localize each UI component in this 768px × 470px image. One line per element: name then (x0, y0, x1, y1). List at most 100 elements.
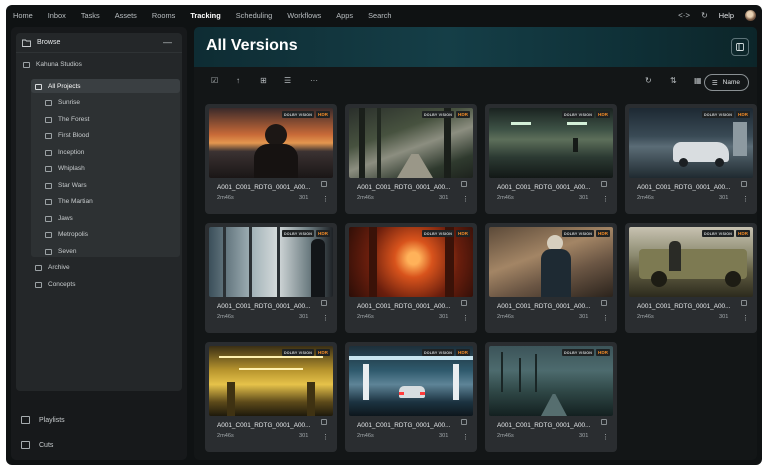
tree-item-project[interactable]: First Blood (45, 128, 89, 143)
version-card[interactable]: DOLBY VISION HDR A001_C001_RDTG_0001_A00.… (345, 104, 477, 214)
tree-item-project[interactable]: Metropolis (45, 227, 88, 242)
sort-name-button[interactable]: ☰ Name (703, 74, 749, 91)
tree-item-archive[interactable]: Archive (35, 260, 70, 275)
tree-item-project[interactable]: The Forest (45, 112, 89, 127)
thumbnail[interactable]: DOLBY VISION HDR (209, 108, 333, 178)
thumbnail[interactable]: DOLBY VISION HDR (209, 227, 333, 297)
version-card[interactable]: DOLBY VISION HDR A001_C001_RDTG_0001_A00.… (485, 104, 617, 214)
refresh-icon[interactable]: ↻ (645, 76, 652, 85)
select-checkbox[interactable] (461, 419, 467, 425)
grid-view-icon[interactable]: ▦ (694, 76, 702, 85)
more-icon[interactable]: ··· (310, 76, 318, 85)
tree-item-studio[interactable]: Kahuna Studios (23, 57, 82, 72)
more-vertical-icon[interactable]: ⋮ (462, 434, 469, 441)
tree-item-project[interactable]: Jaws (45, 211, 73, 226)
dolby-badge: DOLBY VISION (561, 349, 595, 356)
tree-item-project[interactable]: Seven (45, 244, 76, 259)
more-vertical-icon[interactable]: ⋮ (322, 315, 329, 322)
select-checkbox[interactable] (321, 419, 327, 425)
select-checkbox[interactable] (601, 419, 607, 425)
more-vertical-icon[interactable]: ⋮ (742, 196, 749, 203)
nav-inbox[interactable]: Inbox (48, 11, 66, 20)
avatar[interactable] (745, 9, 756, 21)
tree-item-concepts[interactable]: Concepts (35, 277, 75, 292)
studio-icon (23, 61, 30, 68)
tree-item-project[interactable]: Whiplash (45, 161, 85, 176)
more-vertical-icon[interactable]: ⋮ (602, 196, 609, 203)
tree-item-project[interactable]: The Martian (45, 194, 93, 209)
select-checkbox[interactable] (741, 300, 747, 306)
nav-rooms[interactable]: Rooms (152, 11, 175, 20)
version-duration: 2m46s (637, 314, 654, 320)
select-checkbox[interactable] (321, 300, 327, 306)
thumbnail[interactable]: DOLBY VISION HDR (489, 108, 613, 178)
list-add-icon[interactable]: ☰ (284, 76, 291, 85)
tree-label: The Martian (58, 198, 93, 205)
thumbnail[interactable]: DOLBY VISION HDR (349, 108, 473, 178)
thumbnail[interactable]: DOLBY VISION HDR (349, 346, 473, 416)
thumbnail[interactable]: DOLBY VISION HDR (209, 346, 333, 416)
version-card[interactable]: DOLBY VISION HDR A001_C001_RDTG_0001_A00.… (485, 223, 617, 333)
tree-item-all-projects[interactable]: All Projects (35, 79, 81, 94)
upload-icon[interactable]: ↑ (236, 76, 240, 85)
sidebar-item-cuts[interactable]: Cuts (21, 441, 53, 449)
thumbnail[interactable]: DOLBY VISION HDR (629, 227, 753, 297)
version-card[interactable]: DOLBY VISION HDR A001_C001_RDTG_0001_A00.… (345, 223, 477, 333)
tree-item-project[interactable]: Star Wars (45, 178, 87, 193)
select-all-icon[interactable]: ☑ (211, 76, 218, 85)
help-link[interactable]: Help (719, 11, 734, 20)
browse-header[interactable]: Browse — (16, 33, 182, 53)
refresh-icon[interactable]: ↻ (701, 11, 708, 20)
collapse-icon[interactable]: — (163, 37, 172, 47)
hdr-badge: HDR (316, 111, 330, 118)
nav-scheduling[interactable]: Scheduling (236, 11, 273, 20)
version-card[interactable]: DOLBY VISION HDR A001_C001_RDTG_0001_A00.… (205, 104, 337, 214)
version-card[interactable]: DOLBY VISION HDR A001_C001_RDTG_0001_A00.… (345, 342, 477, 452)
tree-item-project[interactable]: Sunrise (45, 95, 80, 110)
more-vertical-icon[interactable]: ⋮ (602, 434, 609, 441)
more-vertical-icon[interactable]: ⋮ (322, 434, 329, 441)
nav-workflows[interactable]: Workflows (287, 11, 321, 20)
select-checkbox[interactable] (601, 300, 607, 306)
more-vertical-icon[interactable]: ⋮ (462, 315, 469, 322)
project-icon (45, 182, 52, 189)
hdr-badge: HDR (736, 230, 750, 237)
select-checkbox[interactable] (601, 181, 607, 187)
select-checkbox[interactable] (461, 181, 467, 187)
more-vertical-icon[interactable]: ⋮ (742, 315, 749, 322)
dolby-badge: DOLBY VISION (561, 111, 595, 118)
version-card[interactable]: DOLBY VISION HDR A001_C001_RDTG_0001_A00.… (205, 342, 337, 452)
version-card[interactable]: DOLBY VISION HDR A001_C001_RDTG_0001_A00.… (485, 342, 617, 452)
tree-item-project[interactable]: Inception (45, 145, 84, 160)
thumbnail[interactable]: DOLBY VISION HDR (629, 108, 753, 178)
more-vertical-icon[interactable]: ⋮ (322, 196, 329, 203)
version-card[interactable]: DOLBY VISION HDR A001_C001_RDTG_0001_A00.… (625, 223, 757, 333)
tree-label: First Blood (58, 132, 90, 139)
dolby-badge: DOLBY VISION (701, 111, 735, 118)
sidebar-item-playlists[interactable]: Playlists (21, 416, 65, 424)
nav-assets[interactable]: Assets (115, 11, 137, 20)
thumbnail[interactable]: DOLBY VISION HDR (489, 227, 613, 297)
nav-tracking[interactable]: Tracking (190, 11, 220, 20)
more-vertical-icon[interactable]: ⋮ (602, 315, 609, 322)
thumbnail[interactable]: DOLBY VISION HDR (349, 227, 473, 297)
more-vertical-icon[interactable]: ⋮ (462, 196, 469, 203)
concepts-icon (35, 281, 42, 288)
dolby-badge: DOLBY VISION (421, 349, 455, 356)
new-folder-icon[interactable]: ⊞ (260, 76, 267, 85)
version-duration: 2m46s (217, 195, 234, 201)
version-card[interactable]: DOLBY VISION HDR A001_C001_RDTG_0001_A00.… (205, 223, 337, 333)
nav-right: <·> ↻ Help (678, 5, 756, 25)
thumbnail[interactable]: DOLBY VISION HDR (489, 346, 613, 416)
nav-tasks[interactable]: Tasks (81, 11, 100, 20)
code-icon[interactable]: <·> (678, 11, 690, 20)
sort-icon[interactable]: ⇅ (670, 76, 677, 85)
panel-toggle-button[interactable] (731, 38, 749, 56)
select-checkbox[interactable] (741, 181, 747, 187)
nav-search[interactable]: Search (368, 11, 391, 20)
version-card[interactable]: DOLBY VISION HDR A001_C001_RDTG_0001_A00.… (625, 104, 757, 214)
select-checkbox[interactable] (321, 181, 327, 187)
nav-home[interactable]: Home (13, 11, 33, 20)
nav-apps[interactable]: Apps (336, 11, 353, 20)
select-checkbox[interactable] (461, 300, 467, 306)
